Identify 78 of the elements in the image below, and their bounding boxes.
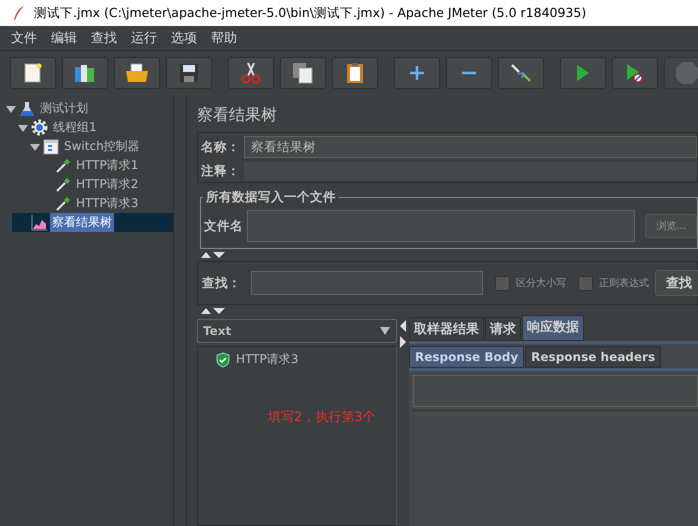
field-label: 文件名 — [204, 218, 243, 234]
group-title: 所有数据写入一个文件 — [203, 189, 339, 206]
expand-toggle-icon[interactable] — [30, 142, 40, 152]
play-button[interactable] — [612, 57, 658, 89]
tab[interactable]: 请求 — [485, 317, 521, 341]
save-button[interactable] — [166, 57, 212, 89]
menu-item[interactable]: 选项 — [164, 29, 204, 47]
new-file-icon — [24, 63, 42, 83]
chart-icon — [31, 214, 47, 230]
play-icon — [626, 63, 644, 83]
menu-item[interactable]: 运行 — [124, 29, 164, 47]
tree-item[interactable]: 察看结果树 — [50, 213, 114, 232]
copy-button[interactable] — [280, 57, 326, 89]
window-icon — [43, 138, 59, 154]
menu-item[interactable]: 查找 — [84, 29, 124, 47]
comment-field[interactable] — [244, 162, 697, 180]
books-button[interactable] — [62, 57, 108, 89]
checkbox[interactable] — [495, 276, 510, 290]
dropper-icon — [55, 196, 71, 212]
books-icon — [74, 63, 96, 83]
menu-item[interactable]: 帮助 — [204, 29, 244, 47]
minus-button[interactable] — [446, 57, 492, 89]
clipboard-button[interactable] — [332, 57, 378, 89]
splitter-arrows-icon[interactable] — [399, 319, 407, 349]
splitter-arrows-icon[interactable] — [200, 307, 226, 315]
checkbox-label: 区分大小写 — [516, 276, 566, 290]
tab[interactable]: Response headers — [525, 346, 662, 368]
field-label: 注释： — [201, 162, 240, 180]
checkbox-label: 正则表达式 — [599, 276, 649, 290]
plus-button[interactable] — [394, 57, 440, 89]
new-file-button[interactable] — [10, 57, 56, 89]
tree-item[interactable]: HTTP请求1 — [74, 156, 140, 175]
field-label: 查找： — [202, 274, 241, 292]
scissors-button[interactable] — [228, 57, 274, 89]
tree-item[interactable]: 测试计划 — [38, 99, 90, 118]
expand-toggle-icon[interactable] — [18, 122, 28, 132]
renderer-dropdown[interactable]: Text — [197, 319, 397, 343]
clipboard-icon — [346, 62, 364, 84]
menu-item[interactable]: 编辑 — [44, 29, 84, 47]
tab[interactable]: 取样器结果 — [409, 317, 484, 341]
flask-icon — [19, 100, 35, 116]
plus-icon — [409, 65, 425, 81]
copy-icon — [292, 62, 314, 84]
gear-icon — [31, 119, 48, 136]
name-field[interactable]: 察看结果树 — [244, 136, 697, 158]
annotation-text: 填写2，执行第3个 — [268, 409, 377, 426]
caret-icon — [380, 327, 390, 335]
search-field[interactable] — [413, 375, 698, 407]
search-field[interactable] — [251, 271, 483, 295]
play-icon — [576, 64, 590, 82]
checkbox[interactable] — [578, 276, 593, 290]
pencils-icon — [510, 63, 532, 83]
dropper-icon — [55, 158, 71, 174]
tree-item[interactable]: 线程组1 — [51, 118, 99, 137]
result-item[interactable]: HTTP请求3 — [236, 351, 298, 368]
play-button[interactable] — [560, 57, 606, 89]
stop-icon — [675, 61, 698, 85]
dropper-icon — [55, 176, 71, 192]
menu-item[interactable]: 文件 — [4, 29, 44, 47]
pencils-button[interactable] — [498, 57, 544, 89]
scissors-icon — [241, 62, 261, 84]
browse-button[interactable]: 浏览... — [645, 214, 697, 238]
tab[interactable]: Response Body — [409, 346, 524, 368]
filename-field[interactable] — [247, 210, 636, 242]
expand-toggle-icon[interactable] — [6, 104, 16, 114]
splitter-arrows-icon[interactable] — [200, 251, 226, 259]
feather-icon — [12, 5, 26, 21]
panel-title: 察看结果树 — [197, 95, 698, 133]
tab[interactable]: 响应数据 — [522, 315, 584, 341]
tree-item[interactable]: HTTP请求2 — [74, 175, 140, 194]
folder-icon — [125, 63, 149, 83]
tree-item[interactable]: Switch控制器 — [62, 137, 142, 156]
minus-icon — [461, 71, 477, 75]
tree-item[interactable]: HTTP请求3 — [74, 194, 140, 213]
window-title: 测试下.jmx (C:\jmeter\apache-jmeter-5.0\bin\测试下.jmx) - Apache JMeter (5.0 r1840935) — [34, 4, 586, 22]
field-label: 名称： — [201, 138, 240, 156]
find-button[interactable]: 查找 — [655, 270, 698, 296]
folder-button[interactable] — [114, 57, 160, 89]
